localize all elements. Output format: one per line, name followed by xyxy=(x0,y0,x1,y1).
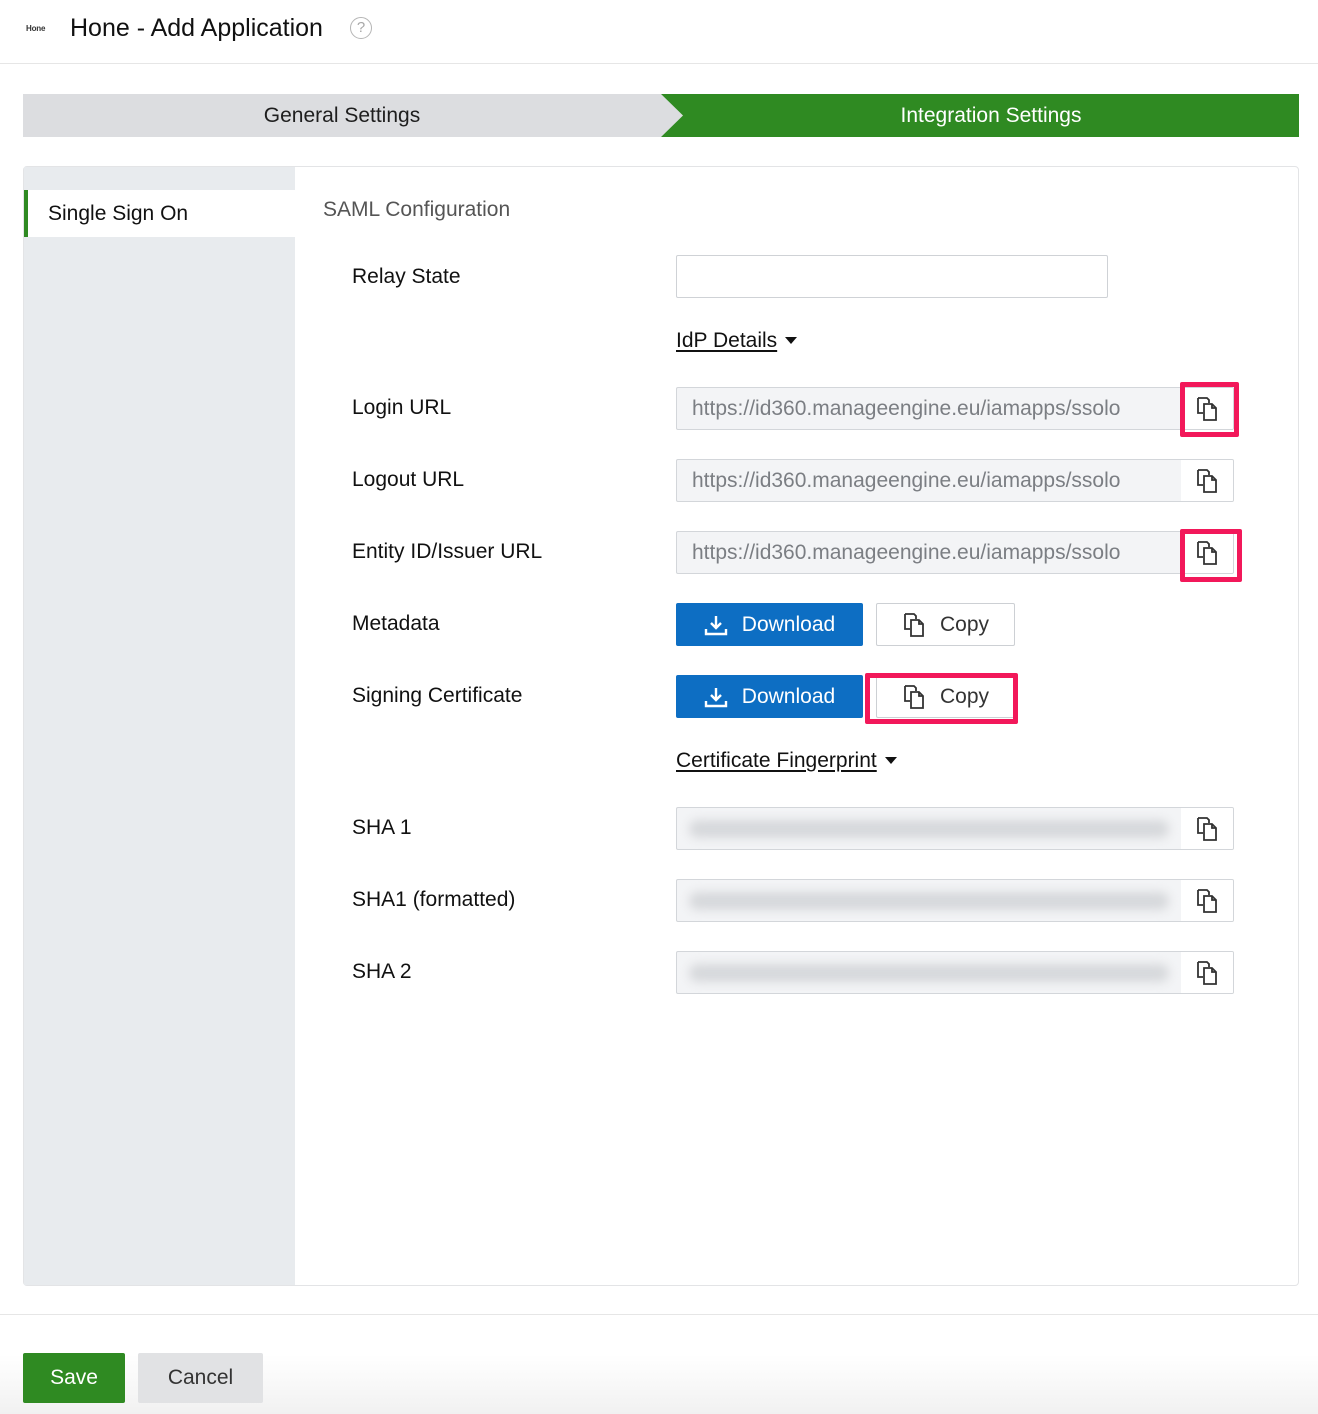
entity-id-value: https://id360.manageengine.eu/iamapps/ss… xyxy=(692,541,1121,564)
login-url-label: Login URL xyxy=(352,396,452,419)
logout-url-field[interactable]: https://id360.manageengine.eu/iamapps/ss… xyxy=(676,459,1234,502)
sha1-formatted-field[interactable] xyxy=(676,879,1234,922)
copy-icon xyxy=(1197,960,1217,985)
help-icon[interactable]: ? xyxy=(350,17,372,39)
logout-url-label: Logout URL xyxy=(352,468,465,491)
download-icon xyxy=(704,615,727,635)
sidebar: Single Sign On xyxy=(24,167,295,1285)
download-icon xyxy=(704,687,727,707)
sha2-value-redacted xyxy=(689,964,1169,982)
signing-certificate-download-button[interactable]: Download xyxy=(676,675,863,718)
copy-icon xyxy=(1197,468,1217,493)
app-logo: Hone xyxy=(26,24,46,33)
caret-down-icon xyxy=(785,337,798,344)
highlight-entity-id-copy xyxy=(1180,529,1242,582)
footer: Save Cancel xyxy=(0,1314,1318,1414)
signing-certificate-download-label: Download xyxy=(741,684,836,708)
metadata-copy-button[interactable]: Copy xyxy=(876,603,1015,646)
sha2-label: SHA 2 xyxy=(352,960,412,983)
copy-icon xyxy=(1197,888,1217,913)
login-url-field[interactable]: https://id360.manageengine.eu/iamapps/ss… xyxy=(676,387,1234,430)
save-button[interactable]: Save xyxy=(23,1353,125,1403)
relay-state-label: Relay State xyxy=(352,265,461,288)
page-title: Hone - Add Application xyxy=(70,14,323,42)
signing-certificate-label: Signing Certificate xyxy=(352,684,523,707)
logout-url-copy-button[interactable] xyxy=(1181,460,1233,501)
certificate-fingerprint-toggle[interactable]: Certificate Fingerprint xyxy=(676,749,897,773)
metadata-copy-label: Copy xyxy=(939,612,990,636)
sha1-field[interactable] xyxy=(676,807,1234,850)
step-integration-settings[interactable]: Integration Settings xyxy=(661,94,1299,137)
copy-icon xyxy=(904,612,924,637)
sha1-value-redacted xyxy=(689,820,1169,838)
sha1-formatted-value-redacted xyxy=(689,892,1169,910)
settings-panel: Single Sign On SAML Configuration Relay … xyxy=(23,166,1299,1286)
sidebar-item-single-sign-on[interactable]: Single Sign On xyxy=(24,190,295,237)
metadata-download-button[interactable]: Download xyxy=(676,603,863,646)
highlight-login-url-copy xyxy=(1180,382,1239,437)
sha2-copy-button[interactable] xyxy=(1181,952,1233,993)
sha1-copy-button[interactable] xyxy=(1181,808,1233,849)
section-title: SAML Configuration xyxy=(323,198,511,221)
certificate-fingerprint-label: Certificate Fingerprint xyxy=(676,749,877,772)
sha1-label: SHA 1 xyxy=(352,816,412,839)
highlight-signing-certificate-copy xyxy=(865,673,1018,724)
page-header: Hone Hone - Add Application ? xyxy=(0,0,1318,64)
metadata-label: Metadata xyxy=(352,612,440,635)
sha1-formatted-label: SHA1 (formatted) xyxy=(352,888,516,911)
sha1-formatted-copy-button[interactable] xyxy=(1181,880,1233,921)
entity-id-label: Entity ID/Issuer URL xyxy=(352,540,543,563)
metadata-download-label: Download xyxy=(741,612,836,636)
idp-details-toggle[interactable]: IdP Details xyxy=(676,329,798,353)
caret-down-icon xyxy=(884,757,897,764)
idp-details-label: IdP Details xyxy=(676,329,778,352)
logout-url-value: https://id360.manageengine.eu/iamapps/ss… xyxy=(692,469,1121,492)
cancel-button[interactable]: Cancel xyxy=(138,1353,263,1403)
entity-id-field[interactable]: https://id360.manageengine.eu/iamapps/ss… xyxy=(676,531,1234,574)
sha2-field[interactable] xyxy=(676,951,1234,994)
relay-state-input[interactable] xyxy=(676,255,1108,298)
login-url-value: https://id360.manageengine.eu/iamapps/ss… xyxy=(692,397,1121,420)
copy-icon xyxy=(1197,816,1217,841)
step-general-settings[interactable]: General Settings xyxy=(23,94,683,137)
